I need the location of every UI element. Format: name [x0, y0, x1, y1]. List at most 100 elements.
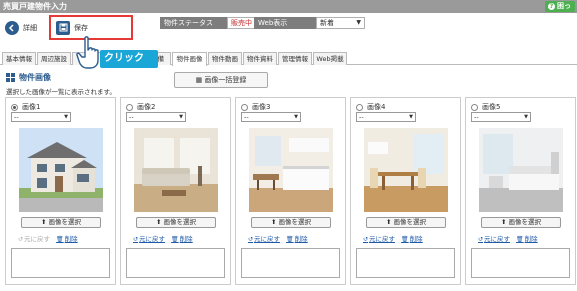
image-caption-textarea[interactable] [471, 248, 570, 278]
image-category-select[interactable]: -- ▼ [471, 112, 531, 122]
image-card-title: 画像4 [367, 103, 386, 111]
image-card: 画像2 -- ▼ ⬆ 画像を選択 ↺元に戻す 🗑削除 [120, 97, 231, 285]
delete-label: 削除 [409, 235, 423, 243]
trash-icon: 🗑 [286, 236, 294, 243]
tab-basic-info[interactable]: 基本情報 [2, 52, 36, 65]
image-card-title: 画像2 [137, 103, 156, 111]
dropdown-arrow-icon: ▼ [524, 114, 528, 120]
tab-property-documents[interactable]: 物件資料 [243, 52, 277, 65]
delete-link[interactable]: 🗑削除 [56, 233, 78, 243]
dropdown-arrow-icon: ▼ [179, 114, 183, 120]
image-radio[interactable] [471, 103, 478, 111]
image-radio[interactable] [126, 103, 133, 111]
choose-image-button[interactable]: ⬆ 画像を選択 [21, 217, 101, 228]
choose-image-label: 画像を選択 [278, 218, 312, 226]
image-category-select[interactable]: -- ▼ [241, 112, 301, 122]
trash-icon: 🗑 [516, 236, 524, 243]
image-card-title: 画像5 [482, 103, 501, 111]
dropdown-arrow-icon: ▼ [356, 19, 361, 26]
choose-image-label: 画像を選択 [393, 218, 427, 226]
image-category-select[interactable]: -- ▼ [11, 112, 71, 122]
window-titlebar: 売買戸建物件入力 ? 困っ [0, 0, 577, 13]
detail-button[interactable]: 詳細 [5, 19, 37, 36]
restore-link[interactable]: ↺元に戻す [248, 233, 280, 243]
choose-image-button[interactable]: ⬆ 画像を選択 [251, 217, 331, 228]
restore-link[interactable]: ↺元に戻す [133, 233, 165, 243]
choose-image-label: 画像を選択 [48, 218, 82, 226]
choose-image-label: 画像を選択 [163, 218, 197, 226]
detail-label: 詳細 [23, 23, 37, 32]
back-arrow-icon [5, 20, 19, 35]
upload-icon: ⬆ [500, 218, 507, 226]
tab-management-info[interactable]: 管理情報 [278, 52, 312, 65]
web-filter: Web表示 新着 ▼ [254, 17, 365, 29]
undo-icon: ↺ [18, 236, 24, 243]
delete-link[interactable]: 🗑削除 [286, 233, 308, 243]
section-title: 物件画像 [6, 72, 51, 83]
choose-image-button[interactable]: ⬆ 画像を選択 [366, 217, 446, 228]
image-radio[interactable] [241, 103, 248, 111]
image-category-select[interactable]: -- ▼ [356, 112, 416, 122]
upload-icon: ⬆ [40, 218, 47, 226]
image-caption-textarea[interactable] [126, 248, 225, 278]
image-card: 画像4 -- ▼ ⬆ 画像を選択 ↺元に戻す 🗑削除 [350, 97, 461, 285]
photo-house-exterior [19, 128, 103, 212]
help-button[interactable]: ? 困っ [545, 1, 575, 12]
image-card-title: 画像3 [252, 103, 271, 111]
web-label: Web表示 [254, 17, 316, 29]
undo-icon: ↺ [133, 236, 139, 243]
bulk-register-button[interactable]: ▦ 画像一括登録 [174, 72, 268, 88]
image-category-select[interactable]: -- ▼ [126, 112, 186, 122]
choose-image-label: 画像を選択 [508, 218, 542, 226]
choose-image-button[interactable]: ⬆ 画像を選択 [481, 217, 561, 228]
delete-label: 削除 [64, 235, 78, 243]
image-card: 画像1 -- ▼ ⬆ 画像を選択 ↺元に戻す 🗑削除 [5, 97, 116, 285]
image-radio[interactable] [356, 103, 363, 111]
choose-image-button[interactable]: ⬆ 画像を選択 [136, 217, 216, 228]
delete-label: 削除 [294, 235, 308, 243]
delete-link[interactable]: 🗑削除 [401, 233, 423, 243]
trash-icon: 🗑 [56, 236, 64, 243]
image-card: 画像3 -- ▼ ⬆ 画像を選択 ↺元に戻す 🗑削除 [235, 97, 346, 285]
restore-link[interactable]: ↺元に戻す [478, 233, 510, 243]
upload-icon: ⬆ [270, 218, 277, 226]
help-label: 困っ [557, 2, 571, 10]
select-value: -- [474, 113, 479, 121]
tab-property-images[interactable]: 物件画像 [172, 52, 207, 66]
section-description: 選択した画像が一覧に表示されます。 [6, 88, 116, 96]
photo-kitchen [249, 128, 333, 212]
restore-label: 元に戻す [24, 235, 51, 243]
delete-link[interactable]: 🗑削除 [171, 233, 193, 243]
web-select[interactable]: 新着 ▼ [316, 17, 365, 29]
restore-label: 元に戻す [484, 235, 511, 243]
bulk-register-label: 画像一括登録 [204, 76, 247, 84]
image-caption-textarea[interactable] [241, 248, 340, 278]
delete-link[interactable]: 🗑削除 [516, 233, 538, 243]
photo-dining-room [364, 128, 448, 212]
image-card-title: 画像1 [22, 103, 41, 111]
image-caption-textarea[interactable] [356, 248, 455, 278]
image-caption-textarea[interactable] [11, 248, 110, 278]
image-radio[interactable] [11, 103, 18, 111]
photo-bedroom [479, 128, 563, 212]
restore-label: 元に戻す [254, 235, 281, 243]
question-icon: ? [548, 3, 555, 10]
restore-link[interactable]: ↺元に戻す [363, 233, 395, 243]
tab-property-video[interactable]: 物件動画 [208, 52, 242, 65]
restore-link[interactable]: ↺元に戻す [18, 233, 50, 243]
delete-label: 削除 [524, 235, 538, 243]
status-label: 物件ステータス [160, 17, 227, 29]
undo-icon: ↺ [248, 236, 254, 243]
upload-icon: ⬆ [385, 218, 392, 226]
dropdown-arrow-icon: ▼ [64, 114, 68, 120]
photo-living-room [134, 128, 218, 212]
undo-icon: ↺ [363, 236, 369, 243]
delete-label: 削除 [179, 235, 193, 243]
select-value: -- [129, 113, 134, 121]
select-value: -- [359, 113, 364, 121]
trash-icon: 🗑 [171, 236, 179, 243]
restore-label: 元に戻す [139, 235, 166, 243]
tab-web-listing[interactable]: Web掲載 [313, 52, 347, 65]
tab-nearby-facilities[interactable]: 周辺施設 [37, 52, 71, 65]
click-callout: クリック [100, 50, 158, 68]
